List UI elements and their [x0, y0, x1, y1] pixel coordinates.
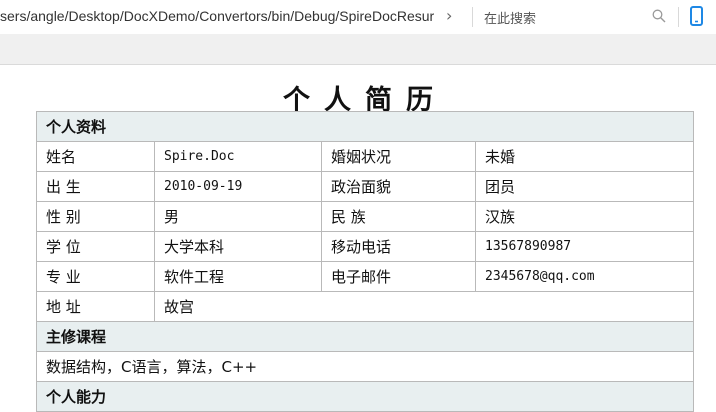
search-icon[interactable] [652, 9, 666, 23]
field-label: 专 业 [36, 261, 155, 292]
field-label: 民 族 [321, 201, 476, 232]
field-label: 性 别 [36, 201, 155, 232]
field-label: 电子邮件 [321, 261, 476, 292]
address-bar: sers/angle/Desktop/DocXDemo/Convertors/b… [0, 0, 716, 34]
field-label: 学 位 [36, 231, 155, 262]
field-label: 政治面貌 [321, 171, 476, 202]
field-value: 2345678@qq.com [474, 261, 695, 292]
table-row: 地 址 故宫 [36, 291, 695, 322]
path-input[interactable]: sers/angle/Desktop/DocXDemo/Convertors/b… [0, 8, 434, 24]
resume-table: 个人资料 姓名 Spire.Doc 婚姻状况 未婚 出 生 2010-09-19… [35, 111, 695, 412]
field-value: 未婚 [474, 141, 695, 172]
field-value: 2010-09-19 [154, 171, 322, 202]
field-value: 男 [154, 201, 322, 232]
field-label: 地 址 [36, 291, 155, 322]
phone-icon[interactable] [688, 6, 706, 26]
table-row: 个人能力 [35, 381, 695, 412]
field-value: 软件工程 [154, 261, 322, 292]
section-header-abilities: 个人能力 [35, 381, 695, 412]
field-label: 婚姻状况 [321, 141, 476, 172]
divider [678, 7, 679, 27]
field-label: 出 生 [36, 171, 155, 202]
table-row: 出 生 2010-09-19 政治面貌 团员 [36, 171, 695, 202]
field-value: 汉族 [474, 201, 695, 232]
table-row: 数据结构，C语言，算法，C++ [35, 351, 695, 382]
courses-text: 数据结构，C语言，算法，C++ [35, 351, 695, 382]
chevron-right-icon[interactable]: › [446, 6, 452, 25]
table-row: 姓名 Spire.Doc 婚姻状况 未婚 [36, 141, 695, 172]
table-row: 专 业 软件工程 电子邮件 2345678@qq.com [36, 261, 695, 292]
search-input[interactable]: 在此搜索 [484, 8, 536, 27]
toolbar [0, 34, 716, 65]
table-row: 学 位 大学本科 移动电话 13567890987 [36, 231, 695, 262]
table-row: 主修课程 [35, 321, 695, 352]
field-value: 团员 [474, 171, 695, 202]
section-header-courses: 主修课程 [35, 321, 695, 352]
table-row: 个人资料 [35, 111, 695, 142]
field-value: 13567890987 [474, 231, 695, 262]
table-row: 性 别 男 民 族 汉族 [36, 201, 695, 232]
divider [472, 7, 473, 27]
field-value: 大学本科 [154, 231, 322, 262]
field-value: Spire.Doc [154, 141, 322, 172]
section-header-personal-info: 个人资料 [35, 111, 695, 142]
field-value: 故宫 [153, 291, 695, 322]
field-label: 姓名 [36, 141, 155, 172]
field-label: 移动电话 [321, 231, 476, 262]
